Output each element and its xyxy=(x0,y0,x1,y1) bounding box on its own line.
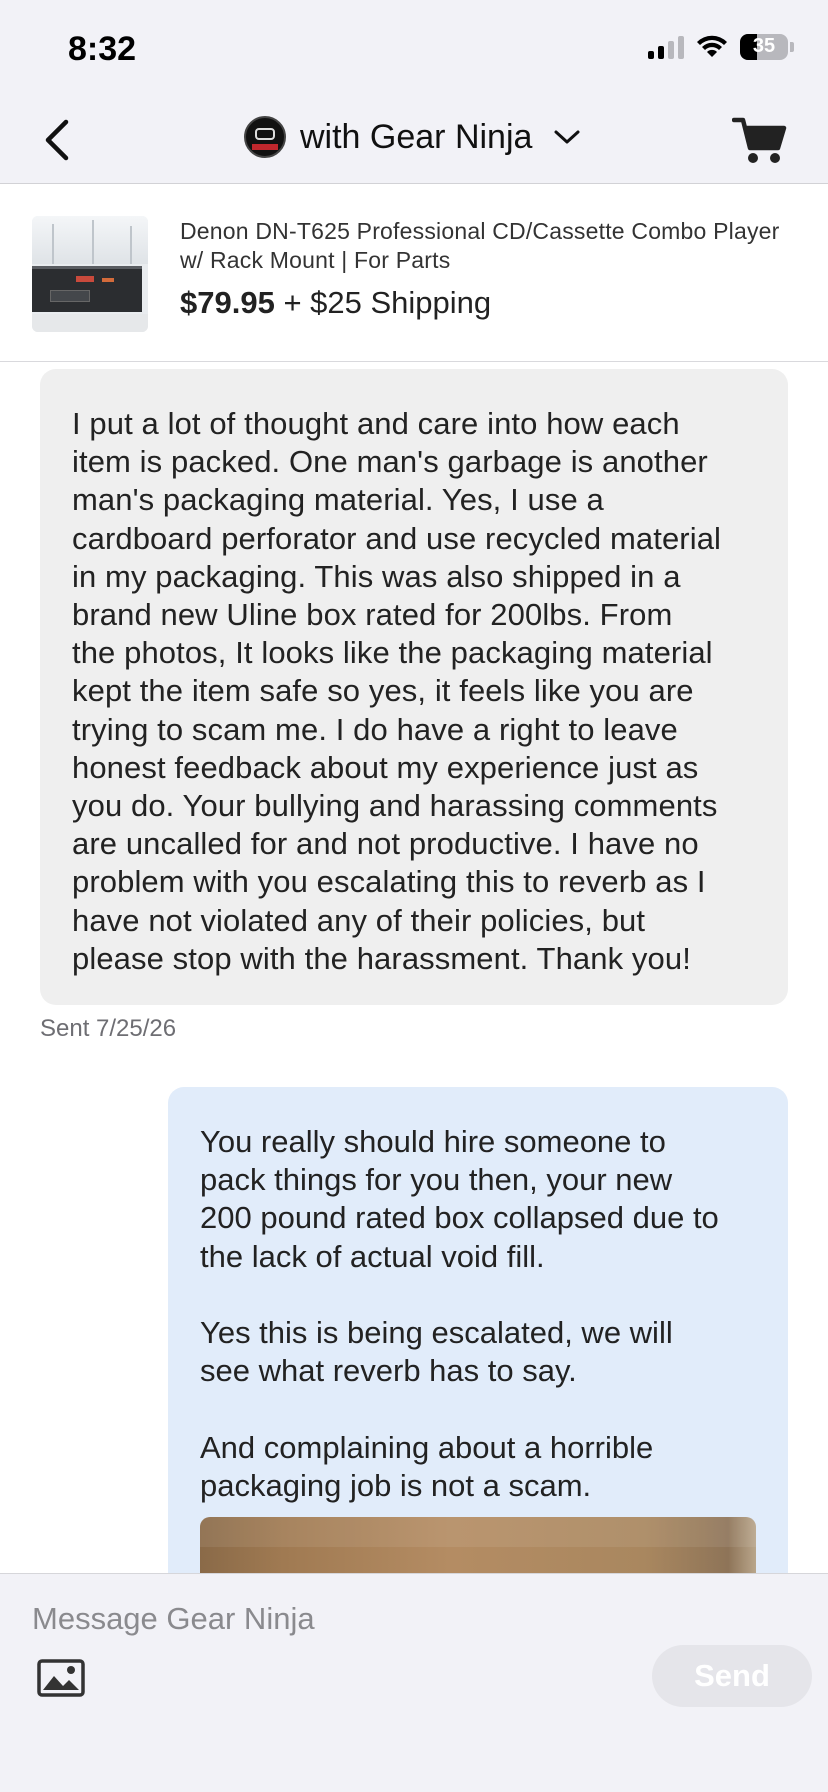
product-thumbnail[interactable] xyxy=(32,216,148,332)
chevron-down-icon xyxy=(554,130,580,144)
message-thread[interactable]: I put a lot of thought and care into how… xyxy=(0,363,828,1573)
send-button[interactable]: Send xyxy=(652,1645,812,1707)
status-icons: 35 xyxy=(648,34,794,60)
outgoing-message-bubble: You really should hire someone to pack t… xyxy=(168,1087,788,1573)
product-price: $79.95 xyxy=(180,285,275,320)
message-text: I put a lot of thought and care into how… xyxy=(72,406,722,976)
battery-icon: 35 xyxy=(740,34,788,60)
conversation-title: with Gear Ninja xyxy=(300,117,533,156)
cart-icon[interactable] xyxy=(732,112,788,168)
wifi-icon xyxy=(697,35,727,57)
message-composer: Send xyxy=(0,1573,828,1792)
message-input[interactable] xyxy=(32,1594,792,1644)
shipping-cost: + $25 Shipping xyxy=(274,285,492,320)
product-title: Denon DN-T625 Professional CD/Cassette C… xyxy=(180,218,780,273)
cellular-signal-icon xyxy=(648,35,684,59)
battery-cap xyxy=(790,42,794,52)
conversation-title-button[interactable]: with Gear Ninja xyxy=(244,116,582,158)
back-chevron-icon[interactable] xyxy=(38,118,82,162)
conversation-header: with Gear Ninja xyxy=(0,96,828,184)
status-time: 8:32 xyxy=(68,30,137,68)
photo-icon[interactable] xyxy=(36,1656,86,1700)
battery-level-text: 35 xyxy=(752,35,776,57)
message-sent-status: Sent 7/25/26 xyxy=(40,1015,177,1042)
incoming-message-bubble: I put a lot of thought and care into how… xyxy=(40,369,788,1005)
message-text: You really should hire someone to pack t… xyxy=(200,1124,719,1503)
listing-summary[interactable]: Denon DN-T625 Professional CD/Cassette C… xyxy=(0,185,828,362)
seller-avatar xyxy=(244,116,286,158)
attached-photo[interactable] xyxy=(200,1517,756,1573)
product-price-line: $79.95 + $25 Shipping xyxy=(180,285,491,321)
status-bar: 8:32 35 xyxy=(0,0,828,96)
